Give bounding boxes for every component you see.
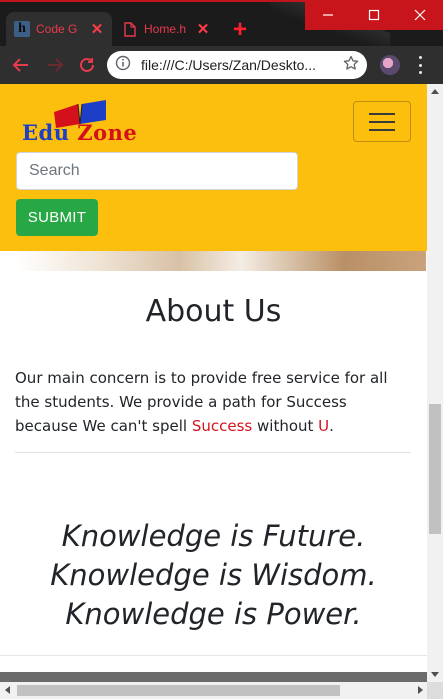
back-icon[interactable] — [10, 54, 32, 76]
forward-icon[interactable] — [44, 54, 66, 76]
quote-line: Knowledge is Wisdom. — [50, 558, 377, 592]
u-highlight: U — [318, 417, 330, 435]
browser-toolbar: file:///C:/Users/Zan/Deskto... — [0, 46, 443, 84]
tab-title: Home.h — [144, 22, 187, 36]
scrollbar-corner — [427, 682, 443, 699]
profile-avatar[interactable] — [380, 55, 400, 75]
horizontal-scrollbar[interactable] — [0, 682, 443, 699]
close-icon[interactable]: ✕ — [196, 20, 210, 38]
section-divider — [0, 655, 427, 656]
about-title: About Us — [145, 294, 282, 329]
vertical-scrollbar[interactable] — [427, 84, 443, 682]
horizontal-scroll-thumb[interactable] — [17, 685, 340, 696]
info-icon[interactable] — [115, 55, 131, 76]
scroll-right-icon[interactable] — [418, 686, 423, 694]
quote-line: Knowledge is Power. — [65, 597, 362, 631]
new-tab-icon[interactable]: + — [228, 18, 252, 43]
bookmark-star-icon[interactable] — [343, 55, 359, 76]
quote-line: Knowledge is Future. — [61, 519, 366, 553]
brand-zone: Zone — [77, 120, 138, 145]
tab-code[interactable]: h Code G ✕ — [6, 12, 112, 46]
window-controls — [305, 0, 443, 30]
knowledge-quote: Knowledge is Future. Knowledge is Wisdom… — [0, 517, 427, 634]
about-paragraph: Our main concern is to provide free serv… — [15, 366, 410, 438]
reload-icon[interactable] — [76, 54, 98, 76]
hamburger-menu-icon[interactable] — [353, 101, 411, 142]
about-text-part: . — [329, 417, 334, 435]
hero-image — [15, 251, 426, 271]
footer-bar — [0, 672, 427, 682]
brand-logo[interactable]: Edu Zone — [20, 98, 152, 145]
site-navbar: Edu Zone SUBMIT — [0, 84, 427, 251]
vertical-scroll-thumb[interactable] — [429, 404, 441, 534]
close-icon[interactable]: ✕ — [90, 20, 104, 38]
brand-text: Edu Zone — [22, 120, 137, 145]
about-text-part: without — [252, 417, 319, 435]
maximize-icon[interactable] — [351, 0, 397, 30]
scroll-up-icon[interactable] — [431, 89, 439, 94]
browser-tab-strip: h Code G ✕ Home.h ✕ + — [0, 0, 443, 46]
close-window-icon[interactable] — [397, 0, 443, 30]
search-input[interactable] — [16, 152, 298, 190]
tab-title: Code G — [36, 22, 78, 36]
address-bar[interactable]: file:///C:/Users/Zan/Deskto... — [107, 51, 367, 79]
document-icon — [122, 21, 138, 37]
more-menu-icon[interactable] — [416, 56, 424, 74]
submit-button[interactable]: SUBMIT — [16, 199, 98, 236]
url-text[interactable]: file:///C:/Users/Zan/Deskto... — [141, 57, 331, 73]
success-highlight: Success — [191, 417, 253, 435]
section-divider — [15, 452, 411, 453]
tab-home[interactable]: Home.h ✕ — [114, 12, 218, 46]
minimize-icon[interactable] — [305, 0, 351, 30]
scroll-left-icon[interactable] — [5, 686, 10, 694]
page-viewport: Edu Zone SUBMIT About Us Our main concer… — [0, 84, 427, 682]
brand-edu: Edu — [22, 120, 70, 145]
scroll-down-icon[interactable] — [431, 672, 439, 677]
h-icon: h — [14, 21, 30, 37]
